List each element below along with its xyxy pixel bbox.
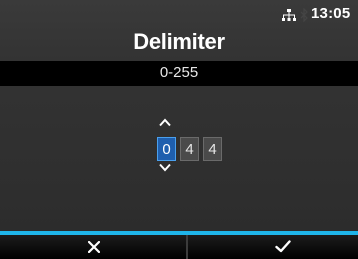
page-title: Delimiter (133, 29, 225, 54)
network-icon (282, 9, 296, 21)
chevron-up-icon[interactable] (159, 118, 171, 127)
checkmark-icon (275, 240, 291, 253)
clock: 13:05 (311, 5, 351, 22)
status-bar: 13:05 (0, 0, 358, 28)
ok-button[interactable] (188, 235, 358, 259)
chevron-down-icon[interactable] (159, 163, 171, 172)
cancel-button[interactable] (0, 235, 186, 259)
digit-ones[interactable]: 4 (203, 137, 222, 161)
range-label: 0-255 (159, 64, 199, 81)
digit-hundreds[interactable]: 0 (157, 137, 176, 161)
printer-screen: 13:05 Delimiter 0-255 0 4 4 (0, 0, 358, 259)
close-icon (88, 241, 100, 253)
bluetooth-icon (300, 8, 308, 22)
digit-tens[interactable]: 4 (180, 137, 199, 161)
